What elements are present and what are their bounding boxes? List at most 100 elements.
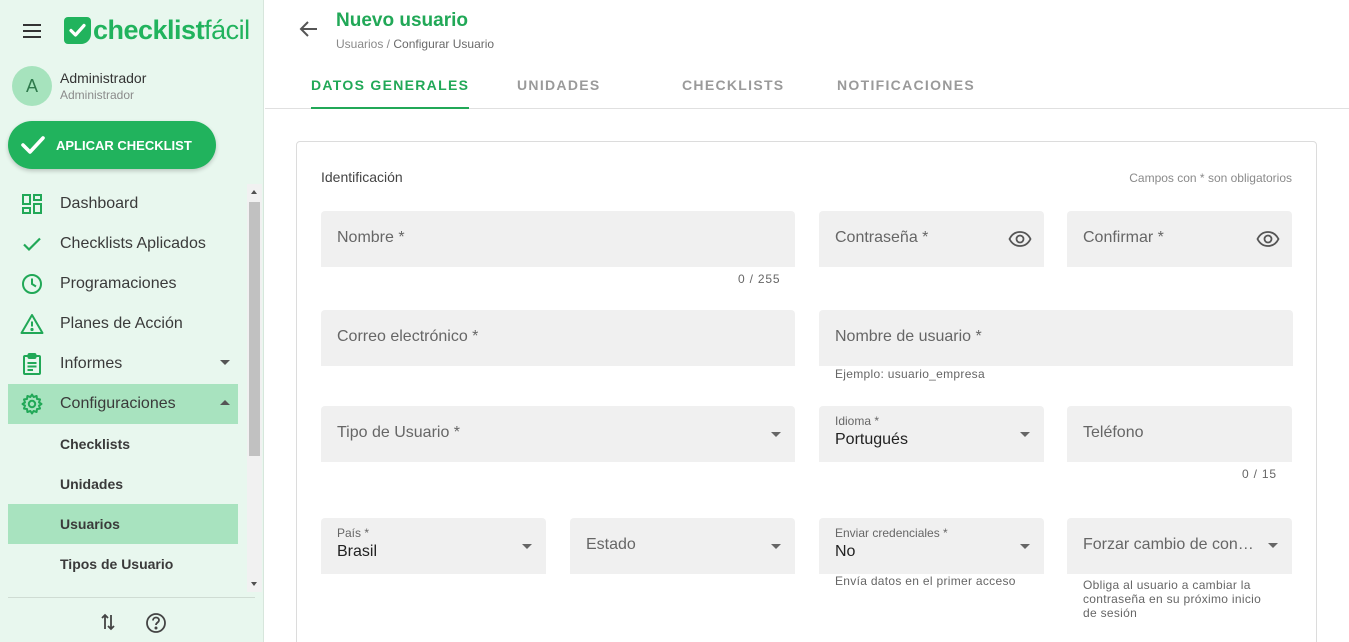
nombre-field[interactable]: Nombre * <box>321 211 795 267</box>
sidebar-subitem-unidades[interactable]: Unidades <box>8 464 238 504</box>
sidebar-item-informes[interactable]: Informes <box>8 344 238 384</box>
sidebar-subitem-usuarios[interactable]: Usuarios <box>8 504 238 544</box>
identification-card: Identificación Campos con * son obligato… <box>296 141 1317 642</box>
sidebar-item-label: Checklists Aplicados <box>60 235 206 252</box>
email-field[interactable]: Correo electrónico * <box>321 310 795 366</box>
tab-checklists[interactable]: CHECKLISTS <box>682 62 784 108</box>
logo[interactable]: checklistfácil <box>64 14 250 46</box>
sidebar-footer <box>8 597 255 642</box>
sidebar-item-configuraciones[interactable]: Configuraciones <box>8 384 238 424</box>
tab-bar: DATOS GENERALES UNIDADES CHECKLISTS NOTI… <box>265 62 1349 109</box>
dropdown-arrow-icon <box>1020 432 1030 437</box>
page-title: Nuevo usuario <box>336 10 468 31</box>
scroll-thumb[interactable] <box>249 202 260 456</box>
tab-datos-generales[interactable]: DATOS GENERALES <box>311 62 470 109</box>
force-password-change-select[interactable]: Forzar cambio de contraseña <box>1067 518 1292 574</box>
chevron-down-icon <box>220 360 230 365</box>
tab-unidades[interactable]: UNIDADES <box>517 62 601 108</box>
sidebar-item-programaciones[interactable]: Programaciones <box>8 264 238 304</box>
gear-icon <box>20 392 44 416</box>
sidebar-item-planes-de-accion[interactable]: Planes de Acción <box>8 304 238 344</box>
apply-checklist-label: APLICAR CHECKLIST <box>56 137 192 153</box>
sidebar: checklistfácil A Administrador Administr… <box>0 0 264 642</box>
breadcrumb: Usuarios / Configurar Usuario <box>336 37 494 51</box>
nombre-counter: 0 / 255 <box>738 272 781 286</box>
avatar: A <box>12 66 52 106</box>
dropdown-arrow-icon <box>1020 544 1030 549</box>
eye-icon[interactable] <box>1256 227 1280 251</box>
country-value: Brasil <box>337 543 378 560</box>
hamburger-menu-icon[interactable] <box>22 22 42 40</box>
user-role: Administrador <box>60 88 135 102</box>
confirm-password-field[interactable]: Confirmar * <box>1067 211 1292 267</box>
clipboard-icon <box>20 352 44 376</box>
send-credentials-select[interactable]: Enviar credenciales * No <box>819 518 1044 574</box>
dropdown-arrow-icon <box>771 432 781 437</box>
eye-icon[interactable] <box>1008 227 1032 251</box>
user-type-select[interactable]: Tipo de Usuario * <box>321 406 795 462</box>
state-select[interactable]: Estado <box>570 518 795 574</box>
password-field[interactable]: Contraseña * <box>819 211 1044 267</box>
scroll-up-arrow-icon[interactable] <box>251 190 257 194</box>
main-content: Nuevo usuario Usuarios / Configurar Usua… <box>265 0 1349 642</box>
sidebar-subitem-checklists[interactable]: Checklists <box>8 424 238 464</box>
user-profile[interactable]: A Administrador Administrador <box>12 66 146 106</box>
password-label: Contraseña * <box>835 229 929 246</box>
user-info: Administrador Administrador <box>60 70 146 102</box>
tab-notificaciones[interactable]: NOTIFICACIONES <box>837 62 975 108</box>
help-icon[interactable] <box>145 612 167 634</box>
check-icon <box>20 232 44 256</box>
apply-checklist-button[interactable]: APLICAR CHECKLIST <box>8 121 216 169</box>
dashboard-icon <box>20 192 44 216</box>
scroll-down-arrow-icon[interactable] <box>251 582 257 586</box>
phone-label: Teléfono <box>1083 424 1144 441</box>
breadcrumb-current: Configurar Usuario <box>393 37 495 51</box>
logo-text-light: fácil <box>204 14 250 45</box>
phone-field[interactable]: Teléfono <box>1067 406 1292 462</box>
logo-check-icon <box>64 16 91 44</box>
app-root: checklistfácil A Administrador Administr… <box>0 0 1349 642</box>
language-select[interactable]: Idioma * Portugués <box>819 406 1044 462</box>
clock-icon <box>20 272 44 296</box>
hint-line: Obliga al usuario a cambiar la <box>1083 578 1251 592</box>
back-arrow-icon[interactable] <box>299 20 319 38</box>
phone-counter: 0 / 15 <box>1242 467 1277 481</box>
dropdown-arrow-icon <box>771 544 781 549</box>
sidebar-item-label: Planes de Acción <box>60 315 183 332</box>
confirm-password-label: Confirmar * <box>1083 229 1164 246</box>
sidebar-item-label: Dashboard <box>60 195 139 212</box>
state-label: Estado <box>586 536 636 553</box>
username-field[interactable]: Nombre de usuario * <box>819 310 1293 366</box>
sidebar-item-dashboard[interactable]: Dashboard <box>8 184 238 224</box>
check-icon <box>21 136 45 154</box>
hint-line: de sesión <box>1083 606 1138 620</box>
swap-vertical-icon[interactable] <box>100 612 116 632</box>
sidebar-item-label: Programaciones <box>60 275 177 292</box>
language-value: Portugués <box>835 431 908 448</box>
username-hint: Ejemplo: usuario_empresa <box>835 367 985 381</box>
sidebar-item-label: Informes <box>60 355 123 372</box>
send-credentials-value: No <box>835 543 856 560</box>
force-password-change-hint: Obliga al usuario a cambiar la contraseñ… <box>1083 578 1261 620</box>
section-title: Identificación <box>321 169 403 185</box>
sidebar-item-label: Configuraciones <box>60 395 176 412</box>
send-credentials-hint: Envía datos en el primer acceso <box>835 574 1016 588</box>
sidebar-subitem-tipos-de-usuario[interactable]: Tipos de Usuario <box>8 544 238 584</box>
sidebar-scrollbar[interactable] <box>247 184 262 592</box>
country-label: País * <box>337 526 370 540</box>
chevron-up-icon <box>220 400 230 405</box>
send-credentials-label: Enviar credenciales * <box>835 526 948 540</box>
force-password-change-label: Forzar cambio de contraseña <box>1083 536 1255 553</box>
country-select[interactable]: País * Brasil <box>321 518 546 574</box>
language-label: Idioma * <box>835 414 880 428</box>
breadcrumb-parent[interactable]: Usuarios / <box>336 37 390 51</box>
required-note: Campos con * son obligatorios <box>1129 171 1292 185</box>
warning-icon <box>20 312 44 336</box>
sidebar-nav: Dashboard Checklists Aplicados Programac… <box>8 184 238 584</box>
logo-text-bold: checklist <box>93 14 205 45</box>
user-name: Administrador <box>60 70 147 86</box>
dropdown-arrow-icon <box>522 544 532 549</box>
dropdown-arrow-icon <box>1268 543 1278 548</box>
sidebar-item-checklists-aplicados[interactable]: Checklists Aplicados <box>8 224 238 264</box>
username-label: Nombre de usuario * <box>835 328 982 345</box>
